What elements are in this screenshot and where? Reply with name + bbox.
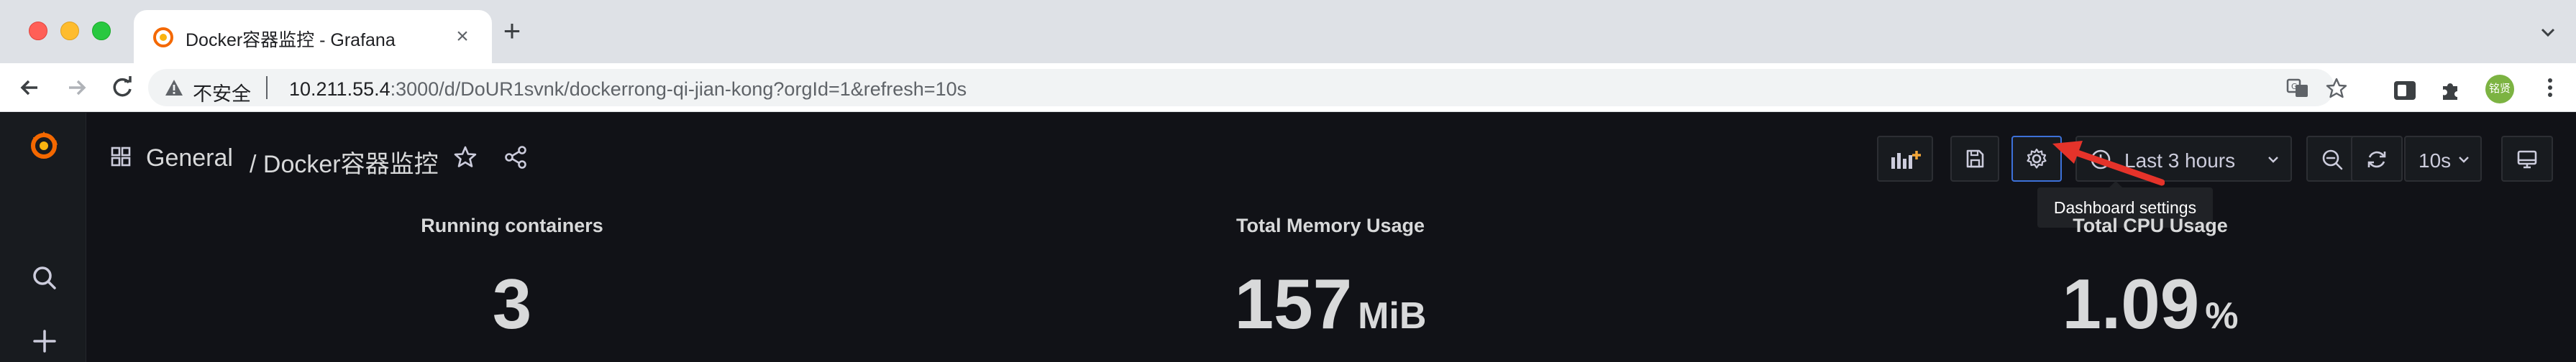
new-tab-button[interactable]: + — [496, 16, 528, 47]
forward-button[interactable] — [59, 70, 93, 105]
back-button[interactable] — [13, 70, 47, 105]
bookmark-star-icon[interactable] — [2324, 76, 2349, 101]
tab-close-icon[interactable]: × — [450, 24, 475, 49]
window-zoom-button[interactable] — [92, 22, 111, 40]
save-icon — [1966, 149, 1984, 168]
url-host: 10.211.55.4 — [289, 78, 390, 100]
zoom-out-button[interactable] — [2306, 136, 2357, 182]
extension-app-icon[interactable] — [2392, 78, 2418, 103]
dashboard-grid-icon — [111, 147, 131, 167]
browser-tab-strip: Docker容器监控 - Grafana × + — [0, 0, 2576, 63]
tab-search-chevron-icon[interactable] — [2537, 22, 2559, 43]
add-panel-icon — [1891, 151, 1921, 169]
grafana-logo-icon[interactable] — [26, 127, 62, 163]
reload-icon — [113, 76, 132, 97]
extensions-puzzle-icon[interactable] — [2438, 78, 2464, 103]
stat-running-containers: 3 — [493, 264, 532, 345]
browser-tab-active[interactable]: Docker容器监控 - Grafana × — [134, 10, 492, 63]
share-icon[interactable] — [503, 144, 529, 170]
chevron-down-icon — [2459, 157, 2469, 163]
cycle-view-mode-button[interactable] — [2501, 136, 2553, 182]
window-minimize-button[interactable] — [60, 22, 79, 40]
insecure-label[interactable]: 不安全 — [193, 78, 251, 106]
refresh-icon — [2367, 151, 2386, 168]
window-close-button[interactable] — [29, 22, 47, 40]
translate-icon[interactable]: G — [2285, 76, 2310, 101]
zoom-out-icon — [2322, 149, 2343, 170]
save-dashboard-button[interactable] — [1950, 136, 1999, 182]
grafana-side-menu — [0, 113, 86, 362]
forward-arrow-icon — [69, 80, 86, 96]
stat-unit: MiB — [1358, 295, 1427, 337]
create-plus-icon[interactable] — [30, 327, 59, 356]
address-bar[interactable]: 不安全 10.211.55.4:3000/d/DoUR1svnk/dockerr… — [148, 69, 2347, 106]
warning-triangle-icon[interactable] — [164, 78, 184, 98]
refresh-interval-picker[interactable]: 10s — [2404, 136, 2482, 182]
breadcrumb-dashboard-title[interactable]: / Docker容器监控 — [250, 144, 439, 180]
grafana-favicon-icon — [153, 27, 173, 47]
search-icon[interactable] — [30, 264, 59, 292]
url-text[interactable]: 10.211.55.4:3000/d/DoUR1svnk/dockerrong-… — [289, 78, 967, 101]
panel-title-running-containers: Running containers — [421, 215, 603, 236]
stat-value: 3 — [492, 264, 532, 343]
browser-toolbar: 不安全 10.211.55.4:3000/d/DoUR1svnk/dockerr… — [0, 63, 2576, 112]
browser-menu-icon[interactable] — [2537, 75, 2563, 101]
back-arrow-icon — [20, 80, 37, 96]
url-path: :3000/d/DoUR1svnk/dockerrong-qi-jian-kon… — [390, 78, 967, 100]
refresh-dashboard-button[interactable] — [2351, 136, 2403, 182]
reload-button[interactable] — [105, 70, 140, 105]
stat-unit: % — [2205, 295, 2239, 337]
breadcrumb-folder[interactable]: General — [146, 144, 233, 172]
chevron-down-icon — [2268, 157, 2278, 163]
panel-title-total-cpu: Total CPU Usage — [2073, 215, 2228, 236]
stat-total-memory: 157 MiB — [1235, 264, 1427, 345]
tab-title: Docker容器监控 - Grafana — [186, 30, 396, 50]
monitor-icon — [2517, 150, 2537, 169]
panel-title-total-memory: Total Memory Usage — [1236, 215, 1425, 236]
dashboard-main: General / Docker容器监控 Last 3 hours 10s Da… — [87, 113, 2576, 362]
omnibox-divider — [266, 76, 268, 99]
annotation-arrow — [2052, 141, 2165, 186]
stat-total-cpu: 1.09% — [2063, 264, 2239, 345]
profile-avatar[interactable]: 铭贤 — [2485, 75, 2514, 103]
stat-value: 1.09 — [2062, 264, 2200, 343]
stat-value: 157 — [1234, 264, 1353, 343]
svg-text:G: G — [2291, 82, 2298, 91]
mark-favorite-star-icon[interactable] — [452, 144, 478, 170]
refresh-interval-label: 10s — [2419, 149, 2452, 172]
add-panel-button[interactable] — [1877, 136, 1933, 182]
